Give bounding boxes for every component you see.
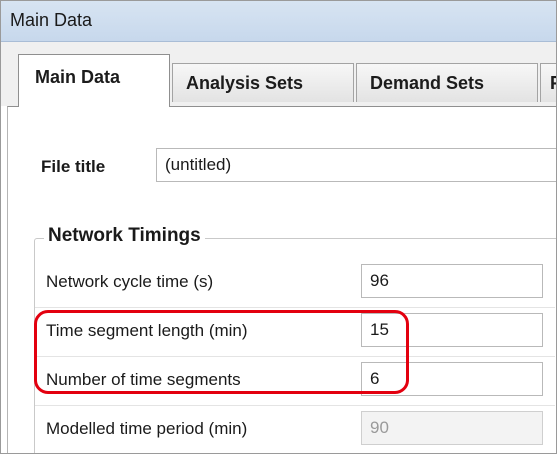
tab-analysis-sets[interactable]: Analysis Sets (172, 63, 354, 102)
number-of-time-segments-label: Number of time segments (46, 370, 241, 389)
modelled-time-period-input: 90 (361, 411, 543, 445)
modelled-time-period-label: Modelled time period (min) (46, 419, 248, 438)
network-timings-heading: Network Timings (44, 225, 205, 247)
window-title: Main Data (10, 10, 93, 30)
tab-label: Main Data (35, 67, 121, 87)
network-cycle-time-input[interactable]: 96 (361, 264, 543, 298)
row-divider (35, 356, 555, 357)
network-cycle-time-label: Network cycle time (s) (46, 272, 214, 291)
row-divider (35, 307, 555, 308)
tab-f-partial[interactable]: F (540, 63, 556, 102)
row-divider (35, 405, 555, 406)
tab-main-data[interactable]: Main Data (18, 54, 170, 107)
tab-demand-sets[interactable]: Demand Sets (356, 63, 538, 102)
tab-label: Analysis Sets (186, 72, 304, 93)
tab-label: F (550, 73, 556, 94)
main-data-window: Main Data Main Data Analysis Sets Demand… (0, 0, 557, 454)
file-title-input[interactable]: (untitled) (156, 148, 556, 182)
window-titlebar: Main Data (1, 1, 556, 42)
time-segment-length-label: Time segment length (min) (46, 321, 248, 340)
number-of-time-segments-input[interactable]: 6 (361, 362, 543, 396)
time-segment-length-input[interactable]: 15 (361, 313, 543, 347)
tab-label: Demand Sets (370, 72, 485, 93)
file-title-label: File title (41, 157, 106, 176)
